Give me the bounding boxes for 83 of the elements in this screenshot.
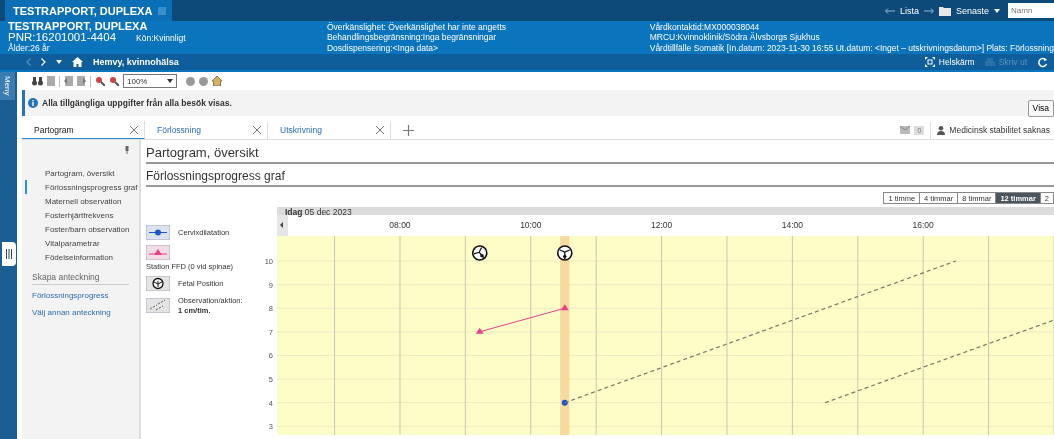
nav-item[interactable]: Maternell observation [25, 194, 139, 208]
nav-item[interactable]: Partogram, översikt [25, 166, 139, 180]
alert-text: Överkänslighet: Överkänslighet har inte angetts [326, 21, 507, 33]
show-button[interactable]: Visa [1027, 99, 1054, 117]
station-legend-icon [146, 245, 170, 260]
x-tick-label: 08:00 [389, 220, 411, 230]
folder-icon [938, 5, 951, 16]
document-tab[interactable]: Partogram [22, 121, 145, 139]
dropdown-caret-icon[interactable] [56, 60, 62, 64]
pin-icon[interactable] [125, 146, 129, 154]
add-tab-icon[interactable] [403, 124, 414, 136]
patient-age: Ålder:26 år [8, 43, 51, 54]
nav-item[interactable]: Foster/barn observation [25, 222, 139, 236]
name-search-field[interactable]: Namn [1008, 3, 1054, 18]
caret-icon [167, 79, 173, 83]
care-info-text: MRCU:Kvinnoklinik/Södra Älvsborgs Sjukhus [649, 32, 821, 43]
scroll-left-button[interactable] [277, 215, 288, 236]
breadcrumb-text: Hemvy, kvinnohälsa [93, 57, 179, 67]
care-info-text: Vårdtillfälle Somatik [In.datum: 2023-11-30 16:55 Ut.datum: <Inget – utskrivningsdatum>] Plats: Förlossning [649, 42, 1054, 54]
alert-text: Behandlingsbegränsning:Inga begränsningar [326, 32, 498, 43]
caret-icon[interactable] [994, 8, 1000, 13]
home-icon[interactable] [72, 57, 83, 67]
dilation-legend-icon [146, 225, 170, 240]
fullscreen-icon[interactable] [924, 57, 935, 67]
person-icon [937, 125, 946, 135]
list-link[interactable]: Lista [899, 5, 919, 16]
nav-item[interactable]: Fosterhjärtfrekvens [25, 208, 139, 222]
document-tab[interactable]: Utskrivning [268, 121, 391, 139]
panel-handle[interactable] [2, 242, 16, 266]
side-menu-tab[interactable]: Meny [0, 72, 15, 100]
forward-arrow-icon[interactable] [923, 7, 934, 14]
page-heading: Partogram, översikt [146, 140, 1054, 164]
circle-icon[interactable] [199, 76, 208, 86]
recent-menu[interactable]: Senaste [955, 5, 989, 16]
patient-tab-title: TESTRAPPORT, DUPLEXA [13, 4, 153, 17]
x-tick-label: 12:00 [650, 220, 673, 230]
note-link[interactable]: Förlossningsprogress [32, 291, 139, 300]
note-link[interactable]: Välj annan anteckning [32, 308, 139, 317]
tab-label: Utskrivning [280, 125, 323, 135]
x-tick-label: 14:00 [781, 220, 803, 230]
zoom-in-icon[interactable] [95, 76, 105, 86]
fullscreen-button[interactable]: Helskärm [938, 57, 975, 67]
close-icon[interactable] [130, 125, 138, 134]
envelope-icon[interactable] [900, 126, 911, 134]
tab-label: Partogram [34, 124, 74, 135]
patient-tab[interactable]: TESTRAPPORT, DUPLEXA [5, 0, 173, 21]
info-message: Alla tillgängliga uppgifter från alla besök visas. [42, 98, 232, 108]
back-arrow-icon[interactable] [884, 7, 895, 14]
info-icon [28, 98, 38, 108]
date-label: Idag 05 dec 2023 [285, 207, 352, 217]
zoom-out-icon[interactable] [109, 76, 119, 86]
section-heading: Skapa anteckning [32, 272, 129, 285]
x-tick-label: 16:00 [912, 220, 934, 230]
refresh-icon[interactable] [1037, 56, 1048, 68]
section-title: Förlossningsprogress graf [146, 164, 1054, 187]
circle-icon[interactable] [186, 76, 195, 86]
previous-page-icon[interactable] [64, 76, 73, 86]
x-tick-label: 10:00 [520, 220, 542, 230]
tab-label: Förlossning [157, 125, 201, 135]
close-icon[interactable] [253, 126, 261, 134]
next-page-icon[interactable] [77, 76, 86, 86]
nav-item[interactable]: Vitalparametrar [25, 236, 139, 250]
document-tab[interactable]: Förlossning [145, 121, 268, 139]
alert-text: Dosdispensering:<Inga data> [326, 42, 439, 54]
dashed-lines-legend-icon [146, 298, 170, 313]
nav-item[interactable]: Förlossningsprogress graf [25, 180, 139, 194]
patient-name: TESTRAPPORT, DUPLEXA [8, 21, 149, 32]
binoculars-icon[interactable] [32, 76, 43, 86]
patient-id: PNR:16201001-4404 [8, 31, 117, 43]
zoom-select[interactable]: 100% [123, 74, 177, 88]
station-marker [560, 304, 569, 311]
grip-icon [6, 249, 12, 259]
left-caret-icon [280, 222, 283, 228]
forward-icon[interactable] [41, 58, 46, 66]
house-icon[interactable] [212, 76, 222, 86]
fetal-head-legend-icon [146, 276, 170, 291]
status-text: Medicinsk stabilitet saknas [949, 125, 1050, 135]
nav-item[interactable]: Födelseinformation [25, 250, 139, 264]
dilation-marker [561, 399, 568, 406]
care-info-text: Vårdkontaktid:MX000038044 [649, 21, 761, 32]
close-icon[interactable] [376, 126, 384, 134]
patient-gender: Kön:Kvinnligt [136, 32, 186, 44]
station-marker [475, 327, 484, 334]
